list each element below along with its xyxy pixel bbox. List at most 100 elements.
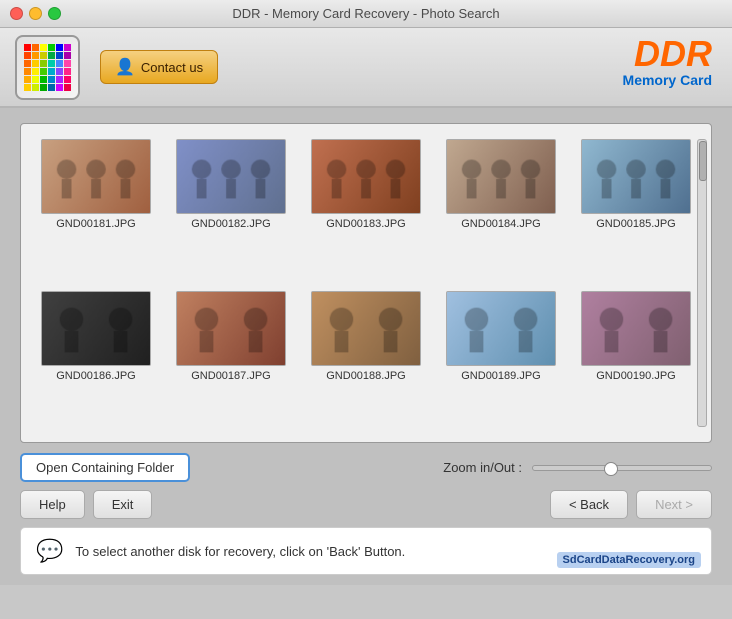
photo-filename: GND00186.JPG: [56, 370, 135, 382]
left-buttons: Help Exit: [20, 490, 152, 519]
photo-thumbnail[interactable]: [446, 291, 556, 366]
info-icon: 💬: [36, 538, 63, 564]
photo-filename: GND00185.JPG: [596, 218, 675, 230]
scrollbar-track[interactable]: [697, 139, 707, 427]
zoom-label: Zoom in/Out :: [443, 460, 522, 475]
zoom-handle[interactable]: [604, 462, 618, 476]
logo-cell: [32, 44, 39, 51]
logo-cell: [64, 68, 71, 75]
app-logo: [15, 35, 80, 100]
photo-filename: GND00188.JPG: [326, 370, 405, 382]
brand-title: DDR: [623, 36, 712, 72]
status-bar: 💬 To select another disk for recovery, c…: [20, 527, 712, 575]
brand-area: DDR Memory Card: [623, 36, 712, 88]
photo-item[interactable]: GND00185.JPG: [576, 139, 696, 276]
photo-item[interactable]: GND00181.JPG: [36, 139, 156, 276]
contact-label: Contact us: [141, 60, 203, 75]
logo-cell: [48, 60, 55, 67]
close-button[interactable]: [10, 7, 23, 20]
photo-filename: GND00183.JPG: [326, 218, 405, 230]
logo-cell: [24, 84, 31, 91]
maximize-button[interactable]: [48, 7, 61, 20]
scrollbar-thumb[interactable]: [699, 141, 707, 181]
logo-cell: [40, 76, 47, 83]
logo-cell: [64, 84, 71, 91]
logo-cell: [24, 44, 31, 51]
photo-item[interactable]: GND00189.JPG: [441, 291, 561, 428]
photo-item[interactable]: GND00190.JPG: [576, 291, 696, 428]
logo-cell: [56, 76, 63, 83]
photo-thumbnail[interactable]: [446, 139, 556, 214]
logo-cell: [56, 44, 63, 51]
contact-button[interactable]: 👤 Contact us: [100, 50, 218, 84]
nav-buttons: < Back Next >: [550, 490, 712, 519]
logo-cell: [40, 84, 47, 91]
photo-item[interactable]: GND00188.JPG: [306, 291, 426, 428]
brand-subtitle: Memory Card: [623, 72, 712, 88]
logo-cell: [32, 52, 39, 59]
photo-thumbnail[interactable]: [581, 291, 691, 366]
logo-cell: [48, 44, 55, 51]
logo-cell: [64, 76, 71, 83]
photo-panel: GND00181.JPG GND00182.JPG GND00183.JPG GND0…: [20, 123, 712, 443]
logo-cell: [48, 68, 55, 75]
logo-cell: [64, 52, 71, 59]
logo-cell: [40, 44, 47, 51]
logo-cell: [48, 52, 55, 59]
window-title: DDR - Memory Card Recovery - Photo Searc…: [232, 6, 499, 21]
logo-cell: [24, 52, 31, 59]
logo-cell: [24, 68, 31, 75]
photo-item[interactable]: GND00183.JPG: [306, 139, 426, 276]
photo-filename: GND00182.JPG: [191, 218, 270, 230]
zoom-control: Zoom in/Out :: [443, 460, 712, 475]
open-folder-button[interactable]: Open Containing Folder: [20, 453, 190, 482]
photo-thumbnail[interactable]: [176, 291, 286, 366]
zoom-slider[interactable]: [532, 465, 712, 471]
logo-cell: [64, 60, 71, 67]
back-button[interactable]: < Back: [550, 490, 628, 519]
logo-cell: [48, 76, 55, 83]
photo-thumbnail[interactable]: [41, 139, 151, 214]
photo-item[interactable]: GND00182.JPG: [171, 139, 291, 276]
photo-filename: GND00189.JPG: [461, 370, 540, 382]
exit-button[interactable]: Exit: [93, 490, 153, 519]
logo-cell: [40, 52, 47, 59]
logo-cell: [56, 68, 63, 75]
logo-cell: [56, 84, 63, 91]
logo-cell: [24, 76, 31, 83]
photo-thumbnail[interactable]: [581, 139, 691, 214]
photo-grid: GND00181.JPG GND00182.JPG GND00183.JPG GND0…: [36, 139, 696, 427]
controls-row: Open Containing Folder Zoom in/Out :: [20, 443, 712, 482]
logo-cell: [40, 68, 47, 75]
photo-item[interactable]: GND00187.JPG: [171, 291, 291, 428]
photo-thumbnail[interactable]: [41, 291, 151, 366]
logo-cell: [56, 60, 63, 67]
main-content: GND00181.JPG GND00182.JPG GND00183.JPG GND0…: [0, 108, 732, 585]
photo-thumbnail[interactable]: [311, 291, 421, 366]
photo-filename: GND00184.JPG: [461, 218, 540, 230]
minimize-button[interactable]: [29, 7, 42, 20]
help-button[interactable]: Help: [20, 490, 85, 519]
status-message: To select another disk for recovery, cli…: [75, 544, 405, 559]
logo-cell: [32, 68, 39, 75]
photo-filename: GND00181.JPG: [56, 218, 135, 230]
person-icon: 👤: [115, 57, 135, 77]
logo-cell: [24, 60, 31, 67]
photo-thumbnail[interactable]: [176, 139, 286, 214]
photo-filename: GND00190.JPG: [596, 370, 675, 382]
logo-cell: [32, 60, 39, 67]
watermark: SdCardDataRecovery.org: [557, 552, 701, 568]
photo-item[interactable]: GND00186.JPG: [36, 291, 156, 428]
window-controls[interactable]: [10, 7, 61, 20]
logo-cell: [32, 84, 39, 91]
title-bar: DDR - Memory Card Recovery - Photo Searc…: [0, 0, 732, 28]
photo-filename: GND00187.JPG: [191, 370, 270, 382]
logo-cell: [32, 76, 39, 83]
header: 👤 Contact us DDR Memory Card: [0, 28, 732, 108]
next-button[interactable]: Next >: [636, 490, 712, 519]
logo-cell: [56, 52, 63, 59]
photo-thumbnail[interactable]: [311, 139, 421, 214]
bottom-buttons: Help Exit < Back Next >: [20, 482, 712, 527]
photo-item[interactable]: GND00184.JPG: [441, 139, 561, 276]
logo-cell: [40, 60, 47, 67]
